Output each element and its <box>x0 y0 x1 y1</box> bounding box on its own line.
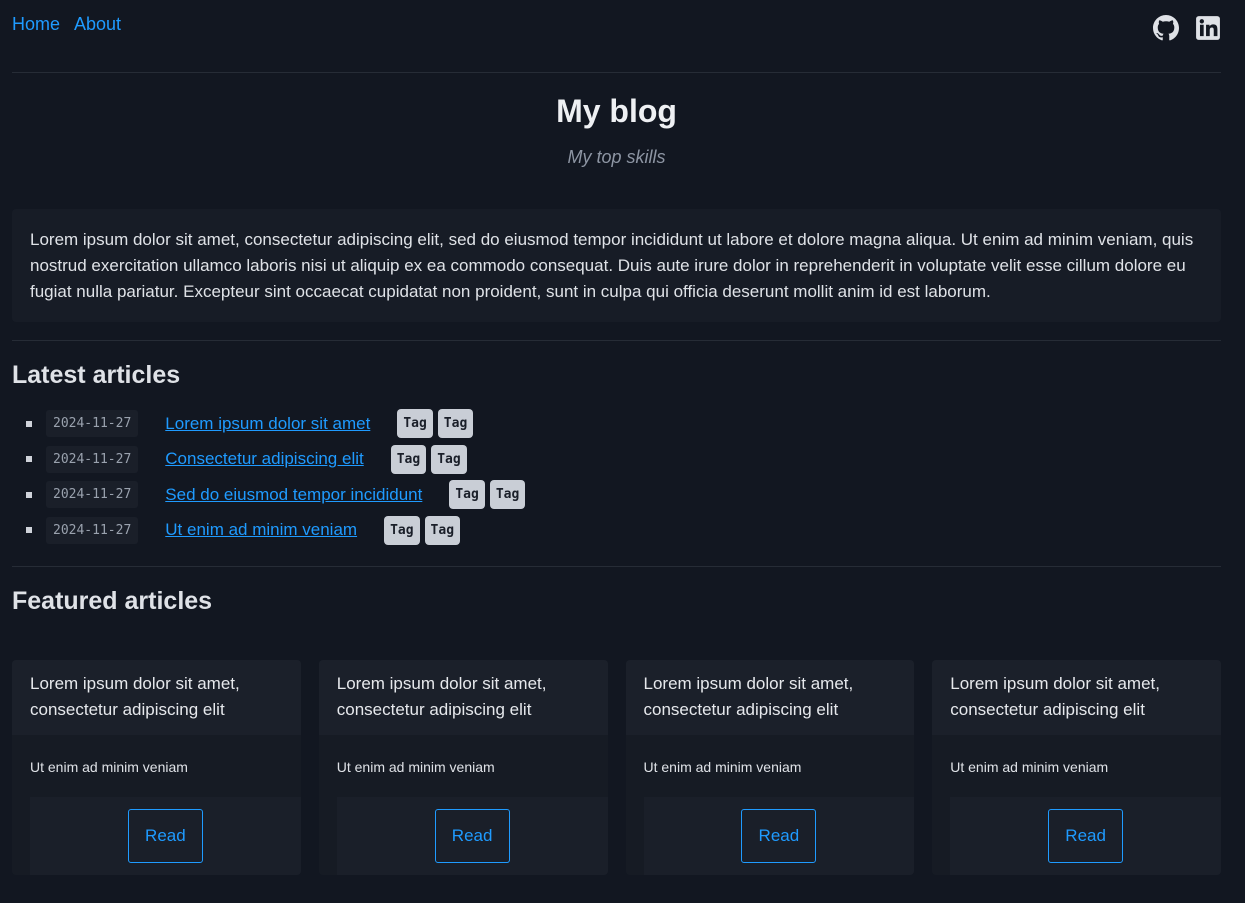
list-item: 2024-11-27 Lorem ipsum dolor sit amet Ta… <box>26 406 1221 442</box>
latest-articles-heading: Latest articles <box>12 361 181 389</box>
card-title: Lorem ipsum dolor sit amet, consectetur … <box>12 660 301 735</box>
github-link[interactable] <box>1153 15 1179 41</box>
article-tag[interactable]: Tag <box>489 480 526 510</box>
featured-cards: Lorem ipsum dolor sit amet, consectetur … <box>12 660 1221 875</box>
card-footer: Read <box>643 797 915 875</box>
article-tag[interactable]: Tag <box>384 515 420 545</box>
article-date: 2024-11-27 <box>46 445 139 473</box>
read-button[interactable]: Read <box>127 809 203 863</box>
article-tag[interactable]: Tag <box>431 444 467 474</box>
latest-articles-list: 2024-11-27 Lorem ipsum dolor sit amet Ta… <box>12 406 1221 548</box>
github-icon <box>1153 15 1179 41</box>
article-link[interactable]: Sed do eiusmod tempor incididunt <box>165 485 422 505</box>
latest-articles-section: Latest articles 2024-11-27 Lorem ipsum d… <box>12 361 1221 548</box>
card-footer: Read <box>336 797 608 875</box>
bullet-icon <box>26 491 32 498</box>
card-title: Lorem ipsum dolor sit amet, consectetur … <box>932 660 1221 735</box>
social-links <box>1153 15 1221 41</box>
article-link[interactable]: Lorem ipsum dolor sit amet <box>165 414 370 434</box>
read-button[interactable]: Read <box>1048 809 1124 863</box>
article-tag[interactable]: Tag <box>449 480 485 510</box>
top-nav: Home About <box>12 0 1221 73</box>
page: Home About My blog My top skills Lorem i… <box>0 0 1245 903</box>
card-footer: Read <box>950 797 1221 875</box>
article-link[interactable]: Ut enim ad minim veniam <box>165 520 357 540</box>
linkedin-icon <box>1196 16 1220 40</box>
read-button[interactable]: Read <box>434 809 510 863</box>
list-item: 2024-11-27 Consectetur adipiscing elit T… <box>26 442 1221 478</box>
blog-header: My blog My top skills <box>12 73 1221 209</box>
section-divider <box>12 340 1221 341</box>
article-tag[interactable]: Tag <box>424 515 461 545</box>
bullet-icon <box>26 527 32 534</box>
intro-text: Lorem ipsum dolor sit amet, consectetur … <box>12 209 1221 322</box>
article-card: Lorem ipsum dolor sit amet, consectetur … <box>318 660 608 875</box>
nav-links: Home About <box>12 14 121 35</box>
article-link[interactable]: Consectetur adipiscing elit <box>165 449 363 469</box>
read-button[interactable]: Read <box>741 809 817 863</box>
article-card: Lorem ipsum dolor sit amet, consectetur … <box>12 660 301 875</box>
article-card: Lorem ipsum dolor sit amet, consectetur … <box>625 660 915 875</box>
page-subtitle: My top skills <box>567 147 666 167</box>
page-title: My blog <box>556 93 677 129</box>
card-title: Lorem ipsum dolor sit amet, consectetur … <box>318 660 608 735</box>
linkedin-link[interactable] <box>1195 15 1221 41</box>
nav-link-about[interactable]: About <box>74 14 121 35</box>
section-divider <box>12 566 1221 567</box>
bullet-icon <box>26 420 32 427</box>
card-title: Lorem ipsum dolor sit amet, consectetur … <box>625 660 915 735</box>
article-date: 2024-11-27 <box>46 516 139 544</box>
article-tag[interactable]: Tag <box>397 409 433 439</box>
nav-link-home[interactable]: Home <box>12 14 60 35</box>
article-tag[interactable]: Tag <box>437 409 474 439</box>
featured-articles-section: Featured articles Lorem ipsum dolor sit … <box>12 587 1221 875</box>
article-date: 2024-11-27 <box>46 481 139 509</box>
card-footer: Read <box>30 797 301 875</box>
article-date: 2024-11-27 <box>46 410 139 438</box>
list-item: 2024-11-27 Sed do eiusmod tempor incidid… <box>26 477 1221 513</box>
article-card: Lorem ipsum dolor sit amet, consectetur … <box>932 660 1221 875</box>
featured-articles-heading: Featured articles <box>12 587 213 615</box>
list-item: 2024-11-27 Ut enim ad minim veniam Tag T… <box>26 513 1221 549</box>
article-tag[interactable]: Tag <box>390 444 427 474</box>
bullet-icon <box>26 456 32 463</box>
